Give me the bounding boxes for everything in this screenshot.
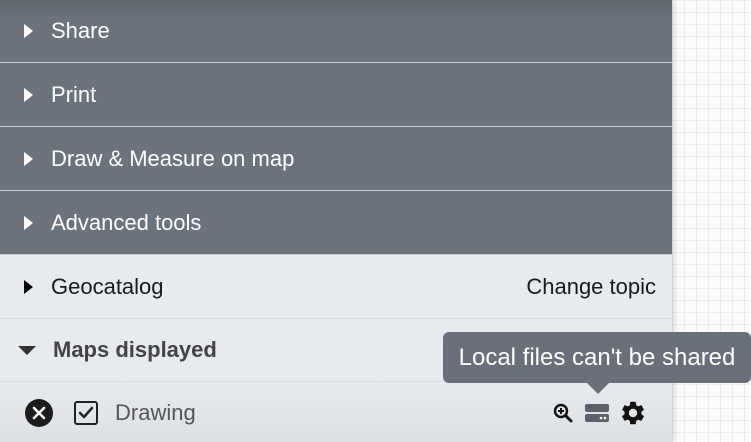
section-advanced-tools[interactable]: Advanced tools: [0, 191, 672, 255]
section-label: Maps displayed: [53, 337, 217, 362]
zoom-in-icon: [553, 403, 573, 422]
layer-visibility-checkbox[interactable]: [74, 400, 98, 425]
layer-name: Drawing: [115, 399, 196, 425]
section-label: Draw & Measure on map: [51, 145, 295, 171]
caret-right-icon: [24, 24, 33, 38]
remove-layer-button[interactable]: [25, 398, 53, 427]
gear-icon: [622, 401, 644, 424]
caret-right-icon: [24, 279, 33, 294]
caret-right-icon: [24, 87, 33, 102]
section-label: Advanced tools: [51, 209, 202, 235]
section-geocatalog[interactable]: Geocatalog Change topic: [0, 255, 672, 319]
section-share[interactable]: Share: [0, 0, 672, 63]
section-label: Print: [51, 81, 97, 107]
change-topic-link[interactable]: Change topic: [526, 274, 656, 300]
section-label: Share: [51, 18, 110, 43]
section-draw-measure[interactable]: Draw & Measure on map: [0, 127, 672, 191]
hard-drive-icon: [585, 403, 609, 422]
tooltip: Local files can't be shared: [443, 332, 751, 383]
layer-settings-button[interactable]: [618, 398, 648, 428]
section-print[interactable]: Print: [0, 63, 672, 127]
local-file-button[interactable]: [584, 402, 610, 424]
checkmark-icon: [78, 406, 94, 418]
caret-down-icon: [18, 345, 36, 355]
section-label: Geocatalog: [51, 273, 164, 299]
zoom-to-extent-button[interactable]: [552, 402, 574, 424]
tooltip-arrow: [587, 383, 609, 394]
close-icon: [32, 406, 46, 419]
caret-right-icon: [24, 215, 33, 230]
caret-right-icon: [24, 151, 33, 166]
layer-tools: [552, 398, 648, 428]
layer-row: Drawing: [0, 382, 672, 442]
